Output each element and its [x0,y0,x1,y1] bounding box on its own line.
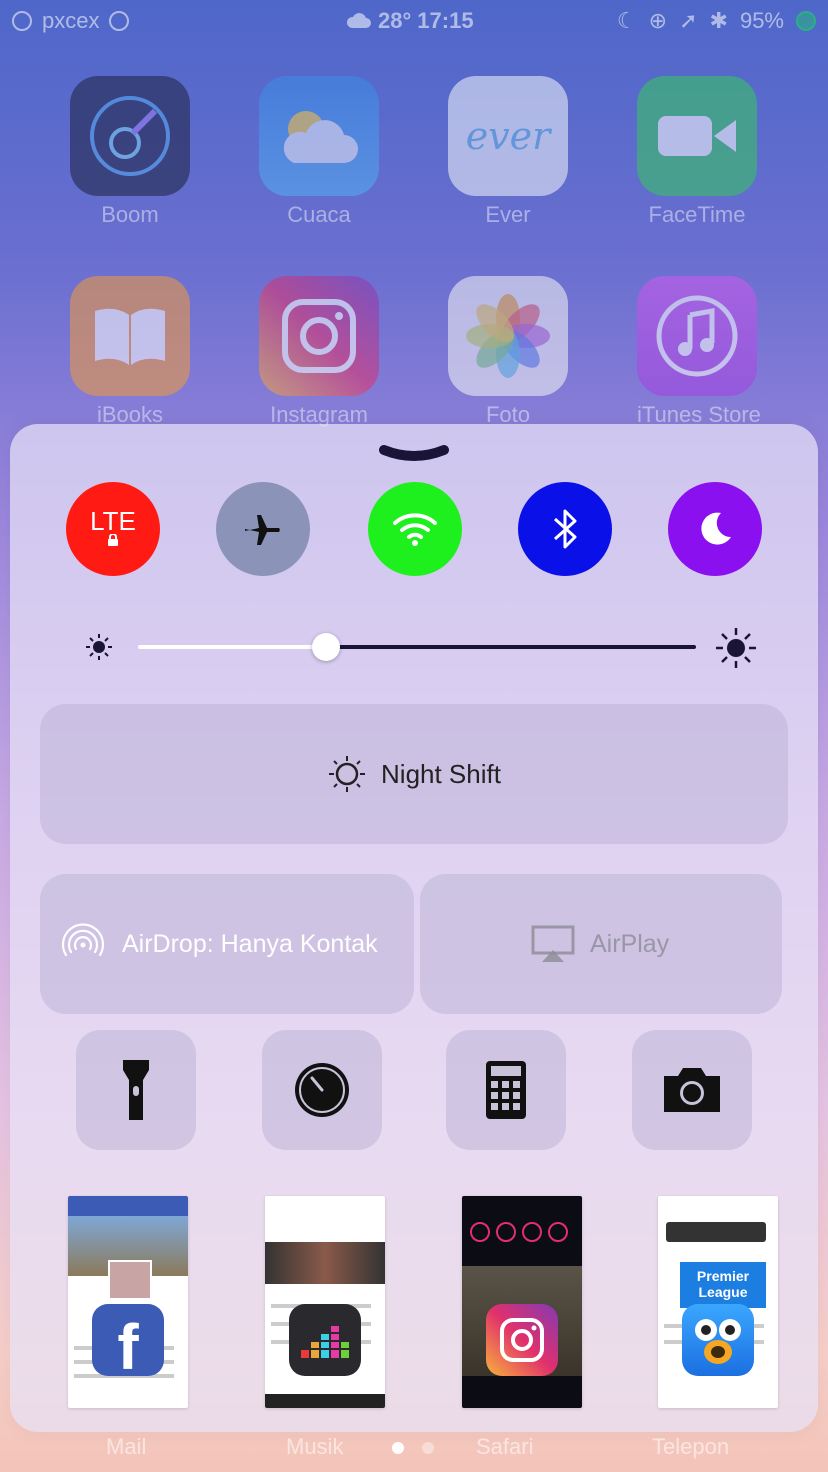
rotation-lock-icon: ⊕ [648,8,668,33]
camera-icon [664,1068,720,1112]
dock-label-safari[interactable]: Safari [476,1434,533,1460]
recent-app-deezer[interactable] [265,1196,385,1408]
airplay-button[interactable]: AirPlay [420,874,782,1014]
app-label: Boom [101,202,159,227]
control-center: LTE Night Shift AirDrop: Hanya Kontak Ai… [10,424,818,1432]
brightness-low-icon [86,634,112,660]
lock-icon [107,533,118,546]
ever-icon: ever [448,76,568,196]
itunes-icon [637,276,757,396]
app-ibooks[interactable]: iBooks [70,276,190,428]
temperature: 28° [378,8,412,33]
page-dot-active [392,1442,404,1454]
moon-icon: ☾ [616,8,637,33]
brightness-high-icon [716,628,756,668]
airdrop-button[interactable]: AirDrop: Hanya Kontak [40,874,414,1014]
instagram-icon [259,276,379,396]
cloud-weather-icon [346,13,371,28]
brightness-knob[interactable] [312,633,340,661]
timer-button[interactable] [262,1030,382,1150]
chevron-down-icon[interactable] [378,442,450,466]
dock-label-mail[interactable]: Mail [106,1434,146,1460]
recent-app-instagram[interactable] [462,1196,582,1408]
calculator-button[interactable] [446,1030,566,1150]
weather-app-icon [259,76,379,196]
page-indicator [392,1442,434,1454]
brightness-slider[interactable] [84,624,756,670]
battery-percent: 95% [739,8,784,33]
app-facetime[interactable]: FaceTime [637,76,757,228]
night-shift-label: Night Shift [381,758,501,789]
lte-label: LTE [90,506,136,536]
premier-league-banner: Premier League [680,1262,766,1308]
airdrop-icon [61,923,105,957]
photos-icon [448,276,568,396]
bluetooth-icon [553,509,577,549]
brightness-track [328,645,696,649]
facetime-icon [637,76,757,196]
brightness-track-filled [138,645,328,649]
airplay-icon [531,925,575,962]
ibooks-icon [70,276,190,396]
airdrop-label: AirDrop: Hanya Kontak [122,929,378,958]
night-shift-icon [329,756,366,792]
app-foto[interactable]: Foto [448,276,568,428]
status-bar: pxcex 28° 17:15 ☾ ⊕ ➚ ✱ 95% [0,0,828,42]
deezer-icon [289,1304,361,1376]
night-shift-button[interactable]: Night Shift [40,704,788,844]
instagram-badge-icon [486,1304,558,1376]
cellular-lte-toggle[interactable]: LTE [66,482,160,576]
timer-icon [295,1063,349,1117]
app-boom[interactable]: Boom [70,76,190,228]
recent-app-tweetbot[interactable]: Premier League [658,1196,778,1408]
app-label: Ever [485,202,531,227]
app-cuaca[interactable]: Cuaca [259,76,379,228]
facebook-icon: f [92,1304,164,1383]
app-label: Cuaca [287,202,351,227]
calculator-icon [486,1061,526,1119]
bluetooth-toggle[interactable] [518,482,612,576]
app-instagram[interactable]: Instagram [259,276,379,428]
tweetbot-icon [682,1304,754,1376]
dock-label-musik[interactable]: Musik [286,1434,343,1460]
location-icon: ➚ [679,8,698,33]
app-ever[interactable]: ever Ever [448,76,568,228]
bluetooth-status-icon: ✱ [709,8,728,33]
moon-icon [701,512,731,545]
wifi-toggle[interactable] [368,482,462,576]
do-not-disturb-toggle[interactable] [668,482,762,576]
app-label: FaceTime [648,202,746,227]
page-dot [422,1442,434,1454]
recent-app-facebook[interactable]: f [68,1196,188,1408]
carrier-ring-icon [109,11,130,31]
airplane-icon [245,515,280,545]
airplay-label: AirPlay [590,929,670,958]
flashlight-button[interactable] [76,1030,196,1150]
clock: 17:15 [417,8,474,33]
camera-button[interactable] [632,1030,752,1150]
app-itunes-store[interactable]: iTunes Store [637,276,761,428]
signal-icon [12,11,32,31]
wifi-icon [393,513,437,546]
flashlight-icon [123,1060,149,1120]
battery-icon [796,11,816,31]
carrier-name: pxcex [42,8,100,33]
boom-icon [70,76,190,196]
dock-label-telepon[interactable]: Telepon [652,1434,729,1460]
airplane-mode-toggle[interactable] [216,482,310,576]
